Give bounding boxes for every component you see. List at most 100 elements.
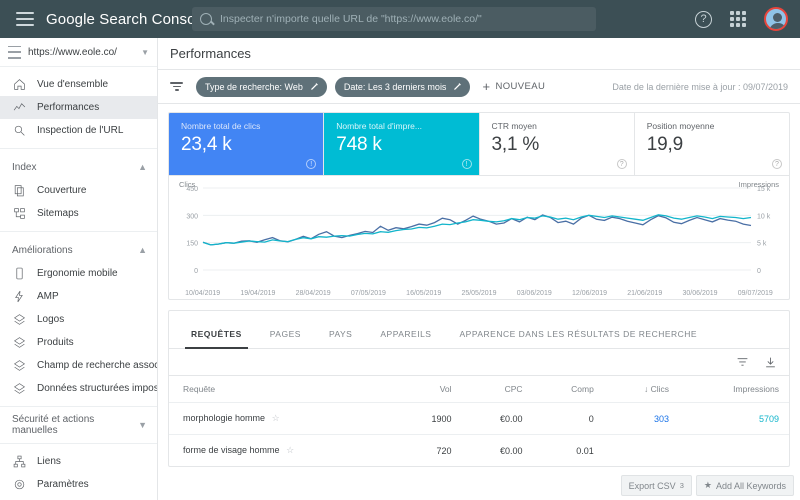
sidebar-item-unparsable-structured-data[interactable]: Données structurées impossibl... xyxy=(0,377,157,400)
info-icon[interactable]: ! xyxy=(461,159,472,169)
cell-query: morphologie homme ☆ xyxy=(169,402,395,435)
table-row[interactable]: morphologie homme ☆ 1900 €0.00 0 303 570… xyxy=(169,402,789,435)
info-icon[interactable]: ! xyxy=(306,159,317,169)
col-clicks[interactable]: ↓ Clics xyxy=(604,376,679,403)
table-filter-icon[interactable] xyxy=(735,355,749,369)
home-icon xyxy=(12,78,26,92)
export-csv-button[interactable]: Export CSV 3 xyxy=(620,475,692,496)
table-header-row: Requête Vol CPC Comp ↓ Clics Impressions xyxy=(169,376,789,403)
chip-date-range[interactable]: Date: Les 3 derniers mois xyxy=(334,76,471,97)
sidebar-item-label: Champ de recherche associé au... xyxy=(37,360,157,371)
sidebar-header-security[interactable]: Sécurité et actions manuelles ▼ xyxy=(0,413,157,437)
chevron-up-icon: ▲ xyxy=(138,245,147,255)
metric-card-total-impressions[interactable]: Nombre total d'impre... 748 k ! xyxy=(324,113,480,175)
tab-pages[interactable]: PAGES xyxy=(256,329,315,348)
chart-x-tick: 12/06/2019 xyxy=(571,290,608,297)
tab-devices[interactable]: APPAREILS xyxy=(366,329,445,348)
sidebar-item-url-inspection[interactable]: Inspection de l'URL xyxy=(0,119,157,142)
sort-arrow-icon: ↓ xyxy=(643,384,649,394)
detail-tabs: REQUÊTES PAGES PAYS APPAREILS APPARENCE … xyxy=(169,311,789,349)
metric-value: 19,9 xyxy=(646,134,683,155)
sidebar-header-label: Améliorations xyxy=(12,244,73,256)
filter-icon[interactable] xyxy=(170,80,184,94)
sidebar-item-links[interactable]: Liens xyxy=(0,450,157,473)
app-header: Google Search Console ? xyxy=(0,0,800,38)
filter-toolbar: Type de recherche: Web Date: Les 3 derni… xyxy=(158,70,800,104)
sidebar-section-security: Sécurité et actions manuelles ▼ xyxy=(0,407,157,444)
tab-queries[interactable]: REQUÊTES xyxy=(177,329,256,349)
sidebar-item-sitelinks-searchbox[interactable]: Champ de recherche associé au... xyxy=(0,354,157,377)
diamond-icon xyxy=(12,382,26,396)
chart-x-tick: 16/05/2019 xyxy=(406,290,442,297)
performance-chart: Clics Impressions 450 300 150 0 15 k 10 k5 k0… xyxy=(169,175,789,299)
download-icon[interactable] xyxy=(763,355,777,369)
sidebar-section-improvements: Améliorations ▲ Ergonomie mobile AMP Log… xyxy=(0,232,157,407)
gear-icon xyxy=(12,478,26,492)
sidebar-header-improvements[interactable]: Améliorations ▲ xyxy=(0,238,157,262)
avatar[interactable] xyxy=(764,7,788,31)
sidebar-header-index[interactable]: Index ▲ xyxy=(0,155,157,179)
col-query[interactable]: Requête xyxy=(169,376,395,403)
query-text: morphologie homme xyxy=(183,413,266,423)
chip-search-type[interactable]: Type de recherche: Web xyxy=(196,76,327,97)
plus-icon: + xyxy=(482,79,491,94)
chart-x-tick: 07/05/2019 xyxy=(350,290,386,297)
sidebar: https://www.eole.co/ ▼ Vue d'ensemble Pe… xyxy=(0,38,158,500)
metric-card-average-position[interactable]: Position moyenne 19,9 ? xyxy=(635,113,789,175)
sidebar-item-logos[interactable]: Logos xyxy=(0,308,157,331)
table-row[interactable]: forme de visage homme ☆ 720 €0.00 0.01 xyxy=(169,434,789,466)
apps-grid-icon[interactable] xyxy=(730,11,746,27)
diamond-icon xyxy=(12,336,26,350)
sidebar-header-label: Sécurité et actions manuelles xyxy=(12,414,95,436)
cell-cpc: €0.00 xyxy=(461,434,533,466)
url-inspection-search[interactable] xyxy=(192,7,596,31)
metric-card-average-ctr[interactable]: CTR moyen 3,1 % ? xyxy=(480,113,635,175)
sidebar-item-settings[interactable]: Paramètres xyxy=(0,473,157,496)
star-icon[interactable]: ☆ xyxy=(286,445,294,455)
mobile-icon xyxy=(12,267,26,281)
property-selector[interactable]: https://www.eole.co/ ▼ xyxy=(0,38,157,67)
sidebar-item-sitemaps[interactable]: Sitemaps xyxy=(0,202,157,225)
col-comp[interactable]: Comp xyxy=(533,376,604,403)
sidebar-section-index: Index ▲ Couverture Sitemaps xyxy=(0,149,157,232)
sidebar-item-mobile-usability[interactable]: Ergonomie mobile xyxy=(0,262,157,285)
sidebar-item-label: Inspection de l'URL xyxy=(37,125,124,136)
bolt-icon xyxy=(12,290,26,304)
menu-hamburger-icon[interactable] xyxy=(16,12,34,26)
svg-text:300: 300 xyxy=(186,213,198,220)
col-impressions[interactable]: Impressions xyxy=(679,376,789,403)
metric-label: CTR moyen xyxy=(491,121,537,131)
sidebar-item-coverage[interactable]: Couverture xyxy=(0,179,157,202)
tab-search-appearance[interactable]: APPARENCE DANS LES RÉSULTATS DE RECHERCH… xyxy=(445,329,711,348)
tab-countries[interactable]: PAYS xyxy=(315,329,366,348)
metric-card-total-clicks[interactable]: Nombre total de clics 23,4 k ! xyxy=(169,113,325,175)
col-cpc[interactable]: CPC xyxy=(462,376,533,403)
detail-table-panel: REQUÊTES PAGES PAYS APPAREILS APPARENCE … xyxy=(168,310,790,467)
help-icon[interactable]: ? xyxy=(695,10,712,28)
sidebar-item-overview[interactable]: Vue d'ensemble xyxy=(0,73,157,96)
info-icon[interactable]: ? xyxy=(616,159,627,169)
add-all-keywords-button[interactable]: ★ Add All Keywords xyxy=(695,475,794,496)
sidebar-item-label: Produits xyxy=(37,337,74,348)
chevron-down-icon: ▼ xyxy=(138,420,147,430)
table-tools xyxy=(169,349,789,376)
chart-canvas: 450300150015 k10 k5 k0 xyxy=(186,186,770,275)
app-brand: Google Search Console xyxy=(46,11,207,28)
cell-cpc: €0.00 xyxy=(461,402,533,435)
new-filter-button[interactable]: + NOUVEAU xyxy=(482,80,545,93)
sidebar-item-performance[interactable]: Performances xyxy=(0,96,157,119)
info-icon[interactable]: ? xyxy=(772,159,782,169)
sitemap-icon xyxy=(12,207,26,221)
sidebar-item-products[interactable]: Produits xyxy=(0,331,157,354)
star-icon[interactable]: ☆ xyxy=(272,413,280,423)
export-csv-label: Export CSV xyxy=(628,480,676,491)
sidebar-item-amp[interactable]: AMP xyxy=(0,285,157,308)
sidebar-item-label: Données structurées impossibl... xyxy=(37,383,157,394)
queries-table: Requête Vol CPC Comp ↓ Clics Impressions xyxy=(169,376,789,466)
header-actions: ? xyxy=(695,7,788,31)
col-vol[interactable]: Vol xyxy=(395,376,462,403)
cell-impressions: 5709 xyxy=(679,402,789,435)
search-input[interactable] xyxy=(220,13,588,25)
cell-clicks: 303 xyxy=(603,402,680,435)
sidebar-item-label: Couverture xyxy=(37,185,87,196)
